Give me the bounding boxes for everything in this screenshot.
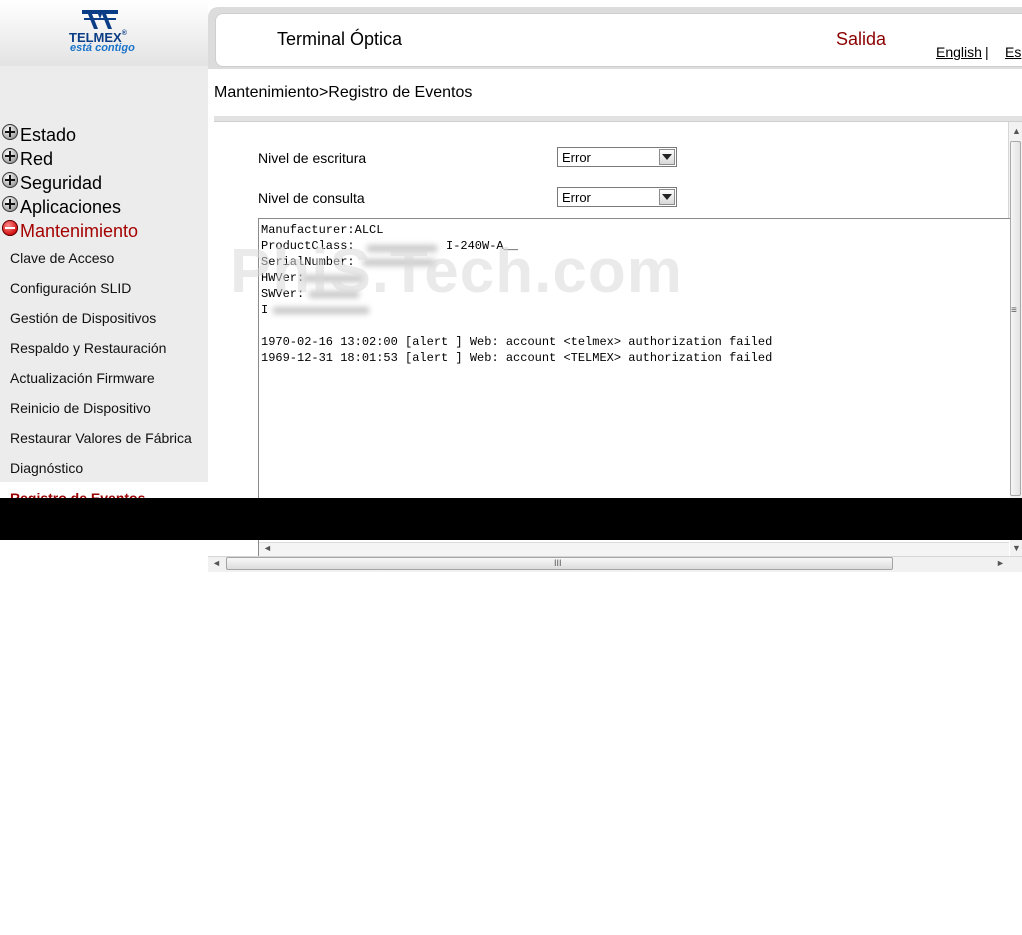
submenu-diagnostico[interactable]: Diagnóstico xyxy=(10,460,83,476)
grip-icon: III xyxy=(554,558,562,568)
chevron-down-icon xyxy=(659,149,675,165)
read-level-label: Nivel de consulta xyxy=(258,190,365,206)
chevron-down-icon xyxy=(659,189,675,205)
black-bar xyxy=(0,498,1022,540)
lang-separator: | xyxy=(985,44,989,60)
content-frame-border xyxy=(214,121,1022,122)
log-entry: 1969-12-31 18:01:53 [alert ] Web: accoun… xyxy=(261,351,773,365)
scroll-right-icon[interactable]: ► xyxy=(996,558,1005,568)
write-level-label: Nivel de escritura xyxy=(258,150,367,166)
lang-spanish-link[interactable]: Es xyxy=(1005,44,1021,60)
grip-icon: ≡ xyxy=(1011,305,1017,316)
minus-circle-icon xyxy=(2,220,18,236)
submenu-configuracion-slid[interactable]: Configuración SLID xyxy=(10,280,131,296)
plus-circle-icon xyxy=(2,124,18,140)
read-level-select[interactable]: Error xyxy=(557,187,677,207)
log-line: Manufacturer:ALCL xyxy=(261,223,384,237)
brand-tagline: está contigo xyxy=(70,42,135,54)
logout-link[interactable]: Salida xyxy=(836,29,886,50)
log-entry: 1970-02-16 13:02:00 [alert ] Web: accoun… xyxy=(261,335,773,349)
sidebar-item-red[interactable]: Red xyxy=(2,148,53,170)
write-level-select[interactable]: Error xyxy=(557,147,677,167)
scroll-up-icon[interactable]: ▲ xyxy=(1012,126,1021,136)
vertical-scroll-thumb[interactable] xyxy=(1010,141,1021,496)
sidebar-item-aplicaciones[interactable]: Aplicaciones xyxy=(2,196,121,218)
breadcrumb: Mantenimiento>Registro de Eventos xyxy=(214,84,473,101)
scroll-down-icon[interactable]: ▼ xyxy=(1012,543,1021,553)
scroll-left-icon[interactable]: ◄ xyxy=(212,558,221,568)
sidebar-item-estado[interactable]: Estado xyxy=(2,124,76,146)
plus-circle-icon xyxy=(2,172,18,188)
submenu-respaldo-restauracion[interactable]: Respaldo y Restauración xyxy=(10,340,166,356)
submenu-clave-de-acceso[interactable]: Clave de Acceso xyxy=(10,250,114,266)
scroll-left-icon[interactable]: ◄ xyxy=(263,543,272,553)
sidebar-item-seguridad[interactable]: Seguridad xyxy=(2,172,102,194)
page-title: Terminal Óptica xyxy=(277,29,403,49)
log-horizontal-scrollbar[interactable] xyxy=(259,542,1009,556)
redaction xyxy=(273,307,369,314)
submenu-reinicio-dispositivo[interactable]: Reinicio de Dispositivo xyxy=(10,400,151,416)
submenu-restaurar-valores[interactable]: Restaurar Valores de Fábrica xyxy=(10,430,192,446)
plus-circle-icon xyxy=(2,148,18,164)
lang-english-link[interactable]: English xyxy=(936,44,982,60)
plus-circle-icon xyxy=(2,196,18,212)
submenu-actualizacion-firmware[interactable]: Actualización Firmware xyxy=(10,370,155,386)
submenu-gestion-dispositivos[interactable]: Gestión de Dispositivos xyxy=(10,310,156,326)
watermark: PhiS.Tech.com xyxy=(230,237,683,306)
sidebar-item-mantenimiento[interactable]: Mantenimiento xyxy=(2,220,138,242)
